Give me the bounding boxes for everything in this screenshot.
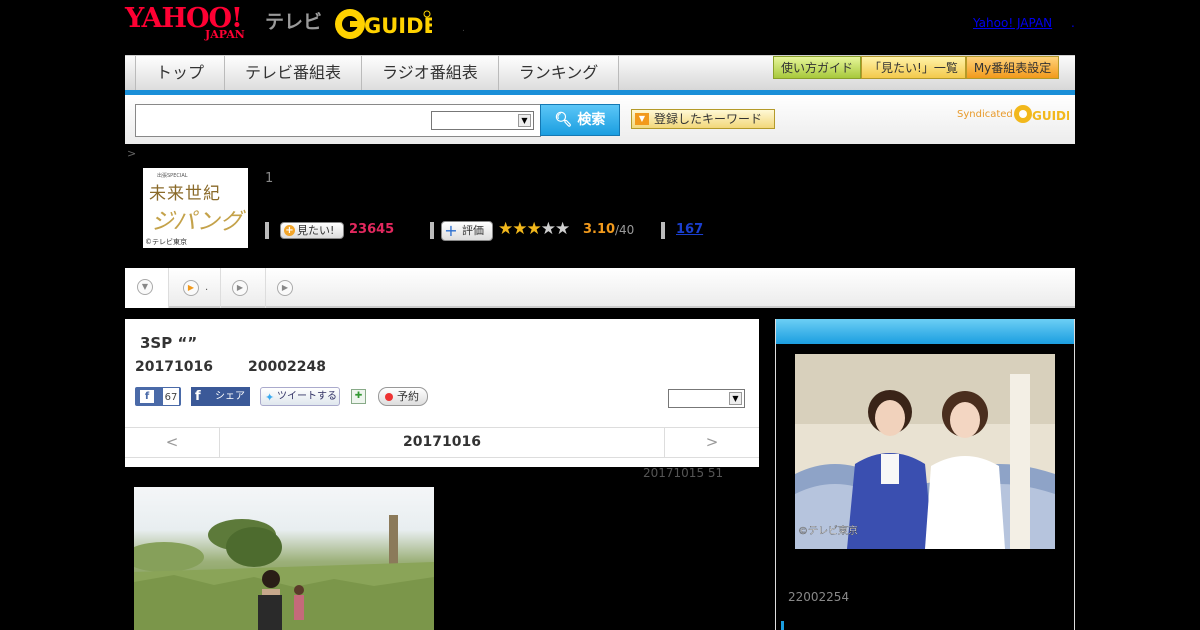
play-icon: ▶ bbox=[232, 280, 248, 296]
plus-icon: + bbox=[284, 225, 295, 236]
tab-play-2[interactable]: ▶ bbox=[221, 268, 266, 308]
tab-episodes[interactable]: ▼ bbox=[125, 268, 169, 308]
calendar-add-icon[interactable]: ✚ bbox=[351, 389, 366, 404]
sidebar-header bbox=[776, 319, 1074, 344]
pager-next-button[interactable]: > bbox=[664, 428, 759, 457]
facebook-share-label: シェア bbox=[215, 391, 245, 402]
program-thumbnail[interactable]: 出張SPECIAL 未来世紀 ジパング ©テレビ東京 bbox=[143, 168, 248, 248]
record-dot-icon bbox=[385, 393, 393, 401]
yahoo-japan-link[interactable]: Yahoo! JAPAN bbox=[973, 16, 1052, 30]
pager-prev-button[interactable]: < bbox=[125, 428, 220, 457]
registered-keywords-label: 登録したキーワード bbox=[654, 112, 763, 126]
nav-tab-tv-guide[interactable]: テレビ番組表 bbox=[225, 56, 363, 91]
nav-tab-radio-guide[interactable]: ラジオ番組表 bbox=[362, 56, 499, 91]
gguide-logo[interactable]: GUIDE bbox=[334, 8, 432, 40]
facebook-icon: f bbox=[195, 389, 201, 404]
play-icon: ▶ bbox=[277, 280, 293, 296]
mitai-button[interactable]: + 見たい! bbox=[280, 222, 344, 239]
yahoo-japan-link-dot: . bbox=[1071, 16, 1075, 30]
search-button[interactable]: 🔍︎ 検索 bbox=[540, 104, 620, 136]
star-empty-icon: ★ bbox=[555, 219, 570, 239]
thumb-title-line2: ジパング bbox=[151, 209, 243, 235]
episode-panel: 3SP “” 20171016 20002248 f 67 f シェア ✦ ツイ… bbox=[125, 319, 759, 467]
date-pager: < 20171016 > bbox=[125, 427, 759, 458]
page: YAHOO! JAPAN テレビ GUIDE . Yahoo! JAPAN . … bbox=[0, 0, 1200, 630]
chevron-down-icon: ▼ bbox=[518, 114, 531, 127]
star-empty-icon: ★ bbox=[540, 219, 556, 239]
mitai-list-button[interactable]: 「見たい!」一覧 bbox=[861, 56, 966, 79]
separator bbox=[265, 222, 269, 239]
tweet-button[interactable]: ✦ ツイートする bbox=[260, 387, 340, 406]
program-tabbar: ▼ ▶ . ▶ ▶ bbox=[125, 268, 1075, 308]
nav-tabs: トップ テレビ番組表 ラジオ番組表 ランキング bbox=[135, 56, 620, 91]
tab-play-1[interactable]: ▶ . bbox=[169, 268, 221, 308]
episode-photo-drawing bbox=[134, 515, 434, 630]
search-area: ▼ 🔍︎ 検索 ▼ 登録したキーワード Syndicated GUIDE bbox=[125, 95, 1075, 144]
play-icon: ▶ bbox=[183, 280, 199, 296]
sidebar-image-copyright: ©テレビ東京 bbox=[798, 524, 858, 537]
usage-guide-button[interactable]: 使い方ガイド bbox=[773, 56, 862, 79]
star-filled-icon: ★ bbox=[512, 219, 527, 239]
separator bbox=[661, 222, 665, 239]
rating-stars: ★★★★★ bbox=[498, 219, 570, 239]
tab-play-3[interactable]: ▶ bbox=[266, 268, 306, 308]
facebook-like-count: 67 bbox=[162, 387, 180, 406]
syndicated-label: Syndicated bbox=[957, 109, 1013, 120]
chevron-down-icon: ▼ bbox=[137, 279, 153, 295]
svg-text:GUIDE: GUIDE bbox=[364, 14, 432, 38]
nav-tab-top[interactable]: トップ bbox=[136, 56, 226, 91]
reserve-button[interactable]: 予約 bbox=[378, 387, 428, 406]
review-count-link[interactable]: 167 bbox=[676, 222, 703, 237]
rating-score-max: /40 bbox=[615, 223, 635, 237]
syndicated-gguide-logo: GUIDE bbox=[1014, 105, 1069, 123]
sidebar-image-drawing: ©テレビ東京 bbox=[795, 354, 1055, 549]
facebook-icon: f bbox=[140, 390, 154, 403]
nav-utility-buttons: 使い方ガイド 「見たい!」一覧 My番組表設定 bbox=[773, 56, 1060, 79]
search-button-label: 検索 bbox=[577, 112, 606, 128]
tab-dot: . bbox=[205, 282, 209, 293]
thumb-copyright: ©テレビ東京 bbox=[145, 238, 187, 246]
sidebar-panel: ©テレビ東京 22002254 bbox=[775, 319, 1075, 630]
episode-date: 20171016 bbox=[135, 359, 213, 375]
sidebar-accent bbox=[781, 621, 784, 630]
published-date: 20171015 51 bbox=[643, 466, 724, 480]
breadcrumb[interactable]: > bbox=[127, 147, 136, 160]
header-dot: . bbox=[462, 24, 465, 34]
episode-photo bbox=[134, 487, 434, 630]
search-icon: 🔍︎ bbox=[554, 112, 573, 128]
nav-tab-ranking[interactable]: ランキング bbox=[498, 56, 620, 91]
registered-keywords-button[interactable]: ▼ 登録したキーワード bbox=[631, 109, 775, 129]
episode-select[interactable]: ▼ bbox=[668, 389, 745, 408]
facebook-share-button[interactable]: f シェア bbox=[191, 387, 250, 406]
separator bbox=[430, 222, 434, 239]
program-number: 1 bbox=[265, 171, 274, 186]
plus-icon: + bbox=[444, 221, 458, 240]
thumb-small-text: 出張SPECIAL bbox=[157, 173, 188, 179]
rating-score: 3.10 bbox=[583, 222, 616, 237]
tweet-label: ツイートする bbox=[277, 391, 337, 402]
yahoo-japan-logo-sub: JAPAN bbox=[205, 28, 245, 41]
search-category-select[interactable]: ▼ bbox=[431, 111, 534, 130]
tv-service-label[interactable]: テレビ bbox=[265, 7, 322, 34]
mitai-label: 見たい! bbox=[297, 224, 335, 237]
chevron-down-icon: ▼ bbox=[729, 392, 742, 405]
rate-label: 評価 bbox=[462, 224, 484, 237]
svg-text:GUIDE: GUIDE bbox=[1032, 109, 1069, 123]
reserve-label: 予約 bbox=[397, 390, 419, 403]
my-guide-settings-button[interactable]: My番組表設定 bbox=[965, 56, 1060, 79]
episode-id: 20002248 bbox=[248, 359, 326, 375]
rate-button[interactable]: + 評価 bbox=[441, 221, 493, 241]
pager-date: 20171016 bbox=[403, 434, 481, 450]
sidebar-image[interactable]: ©テレビ東京 bbox=[795, 354, 1055, 549]
star-filled-icon: ★ bbox=[498, 219, 513, 239]
star-filled-icon: ★ bbox=[526, 219, 542, 239]
facebook-like-button[interactable]: f 67 bbox=[135, 387, 181, 406]
triangle-down-icon: ▼ bbox=[635, 113, 649, 125]
mitai-count: 23645 bbox=[349, 222, 395, 237]
sidebar-program-id: 22002254 bbox=[788, 590, 850, 604]
thumb-title-line1: 未来世紀 bbox=[149, 184, 221, 204]
twitter-bird-icon: ✦ bbox=[265, 391, 275, 404]
episode-title: 3SP “” bbox=[140, 334, 198, 352]
